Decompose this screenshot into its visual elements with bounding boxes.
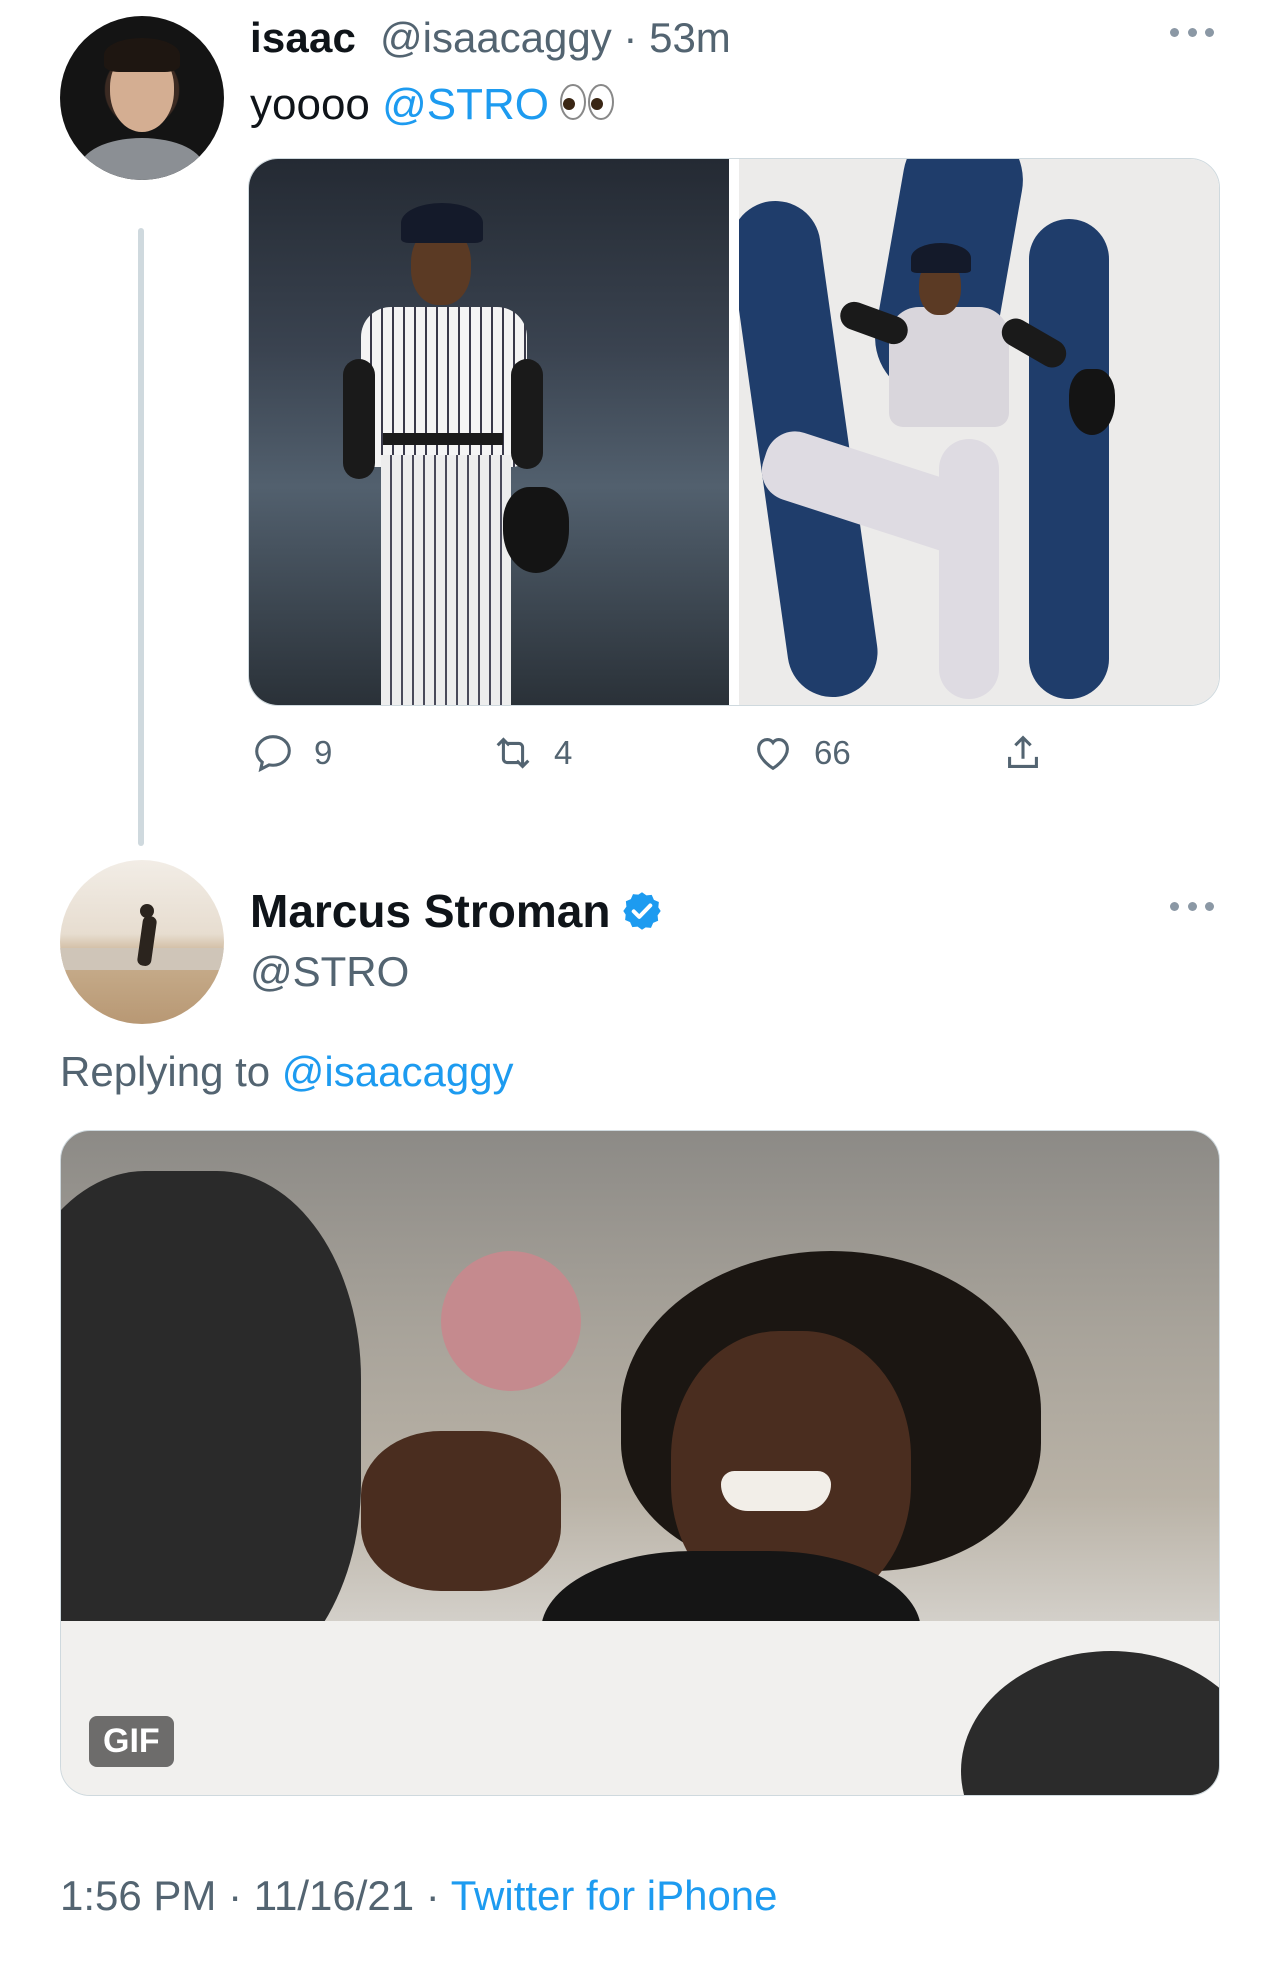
tweet-footer: 1:56 PM · 11/16/21 · Twitter for iPhone xyxy=(60,1872,778,1920)
share-icon xyxy=(1008,735,1038,768)
tweet-text: yoooo @STRO xyxy=(250,80,615,133)
like-count: 66 xyxy=(814,734,851,771)
reply-count: 9 xyxy=(314,734,333,771)
media-photo-1[interactable] xyxy=(249,159,729,705)
replying-handle-link[interactable]: @isaacaggy xyxy=(282,1048,514,1095)
verified-badge-icon xyxy=(623,892,662,930)
more-options-icon[interactable] xyxy=(1170,20,1214,44)
retweet-button[interactable]: 4 xyxy=(490,730,572,776)
author-meta: @isaacaggy · 53m xyxy=(380,14,731,62)
gif-badge: GIF xyxy=(89,1716,174,1767)
avatar-marcus-stroman[interactable] xyxy=(60,860,224,1024)
reply-author-handle[interactable]: @STRO xyxy=(250,948,409,996)
heart-icon xyxy=(757,738,789,771)
share-button[interactable] xyxy=(1000,730,1046,776)
timestamp[interactable]: 1:56 PM xyxy=(60,1872,216,1919)
media-photo-2[interactable] xyxy=(739,159,1219,705)
mention-link[interactable]: @STRO xyxy=(382,80,549,129)
eyes-icon xyxy=(559,82,615,133)
author-handle[interactable]: @isaacaggy xyxy=(380,14,612,61)
avatar-isaac[interactable] xyxy=(60,16,224,180)
replying-to: Replying to @isaacaggy xyxy=(60,1048,514,1096)
tweet-date[interactable]: 11/16/21 xyxy=(254,1872,414,1919)
tweet-media-grid xyxy=(248,158,1220,706)
thread-connector-line xyxy=(138,228,144,846)
retweet-icon xyxy=(496,737,530,769)
tweet-time[interactable]: 53m xyxy=(649,14,731,61)
reply-author: Marcus Stroman xyxy=(250,884,664,938)
more-options-icon[interactable] xyxy=(1170,894,1214,918)
reply-icon xyxy=(255,735,291,773)
reply-button[interactable]: 9 xyxy=(250,730,332,776)
footer-separator-2: · xyxy=(414,1872,451,1919)
tweet-actions: 9 4 66 xyxy=(250,730,1070,790)
replying-label: Replying to xyxy=(60,1048,282,1095)
meta-separator: · xyxy=(611,14,650,61)
footer-separator-1: · xyxy=(216,1872,254,1919)
reply-author-name[interactable]: Marcus Stroman xyxy=(250,884,610,938)
retweet-count: 4 xyxy=(554,734,573,771)
author-name[interactable]: isaac xyxy=(250,14,356,62)
tweet-text-body: yoooo xyxy=(250,80,383,129)
tweet-source-link[interactable]: Twitter for iPhone xyxy=(451,1872,778,1919)
reply-gif-media[interactable]: GIF xyxy=(60,1130,1220,1796)
like-button[interactable]: 66 xyxy=(750,730,851,776)
